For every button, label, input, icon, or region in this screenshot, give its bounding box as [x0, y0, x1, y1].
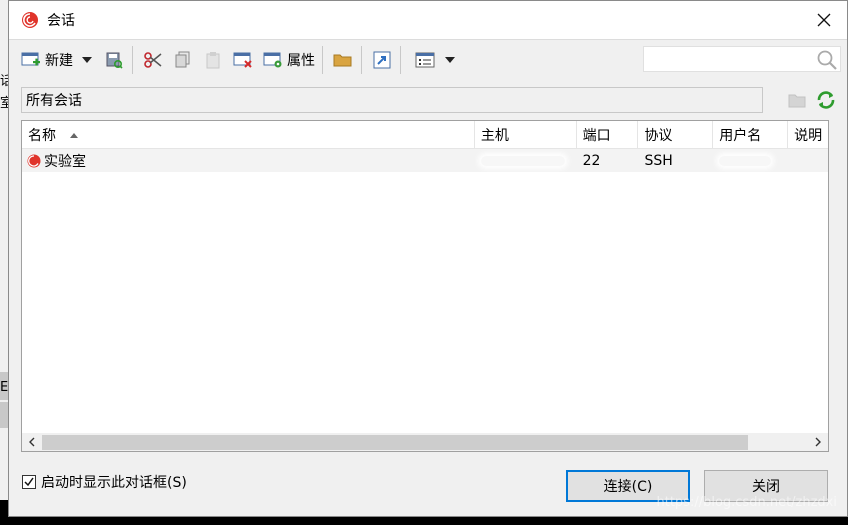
paste-button[interactable] — [199, 46, 227, 74]
view-dropdown-chevron-down-icon[interactable] — [445, 56, 455, 63]
toolbar-divider — [361, 45, 362, 74]
close-window-button[interactable] — [801, 1, 847, 39]
session-protocol-cell: SSH — [638, 149, 713, 172]
new-dropdown-chevron-down-icon[interactable] — [82, 56, 92, 63]
toolbar-divider — [132, 45, 133, 74]
sessions-list: 名称 主机 端口 协议 用户名 说明 实验室 22 SSH — [21, 120, 829, 452]
refresh-icon[interactable] — [815, 89, 837, 111]
toolbar-divider — [400, 45, 401, 74]
title-bar: 会话 — [9, 1, 847, 39]
toolbar-divider — [322, 45, 323, 74]
save-session-button[interactable] — [100, 46, 128, 74]
search-input[interactable] — [643, 46, 841, 72]
session-name: 实验室 — [44, 153, 86, 170]
horizontal-scrollbar[interactable] — [22, 433, 828, 451]
column-header-description[interactable]: 说明 — [788, 121, 828, 149]
column-header-host[interactable]: 主机 — [475, 121, 577, 149]
column-header-name[interactable]: 名称 — [22, 121, 475, 149]
redacted-host — [480, 155, 565, 166]
paste-icon — [202, 49, 224, 71]
column-label: 用户名 — [719, 128, 762, 144]
session-protocol: SSH — [644, 152, 673, 169]
session-description-cell — [788, 149, 828, 172]
current-folder-label: 所有会话 — [26, 93, 82, 109]
folder-actions — [787, 87, 837, 113]
sort-ascending-icon — [70, 132, 78, 138]
copy-button[interactable] — [169, 46, 197, 74]
checkmark-icon — [24, 477, 34, 487]
column-label: 端口 — [582, 128, 611, 144]
close-button-label: 关闭 — [752, 479, 780, 495]
column-label: 说明 — [794, 128, 823, 144]
folder-path-bar: 所有会话 — [21, 87, 763, 113]
scroll-right-chevron-icon[interactable] — [808, 433, 828, 451]
save-icon — [103, 49, 125, 71]
shortcut-button[interactable] — [368, 46, 396, 74]
properties-label: 属性 — [287, 52, 315, 69]
cut-button[interactable] — [139, 46, 167, 74]
session-name-cell: 实验室 — [22, 149, 475, 172]
new-session-icon — [20, 49, 42, 71]
new-session-button[interactable]: 新建 — [17, 46, 76, 74]
delete-icon — [232, 49, 254, 71]
session-port: 22 — [582, 152, 601, 169]
session-host-cell — [475, 149, 577, 172]
column-label: 主机 — [480, 128, 509, 144]
close-icon — [817, 13, 831, 27]
shortcut-icon — [371, 49, 393, 71]
show-on-startup-label: 启动时显示此对话框(S) — [41, 475, 187, 491]
sessions-dialog: 会话 新建 属性 所有会话 名称 主机 端口 协议 用户名 说明 实验室 22 … — [8, 0, 848, 517]
properties-button[interactable]: 属性 — [259, 46, 318, 74]
new-session-label: 新建 — [45, 52, 73, 69]
properties-icon — [262, 49, 284, 71]
session-port-cell: 22 — [577, 149, 639, 172]
app-logo-icon — [19, 9, 41, 31]
session-icon — [26, 153, 42, 169]
watermark: https://blog.csdn.net/zhzdxi — [656, 495, 837, 510]
dialog-title: 会话 — [47, 13, 75, 29]
column-header-username[interactable]: 用户名 — [713, 121, 789, 149]
delete-session-button[interactable] — [229, 46, 257, 74]
toolbar: 新建 属性 — [9, 39, 847, 79]
list-view-icon — [414, 49, 436, 71]
list-header: 名称 主机 端口 协议 用户名 说明 — [22, 121, 828, 149]
table-row[interactable]: 实验室 22 SSH — [22, 149, 828, 172]
show-on-startup-option[interactable]: 启动时显示此对话框(S) — [22, 472, 187, 492]
copy-icon — [172, 49, 194, 71]
folder-up-icon[interactable] — [787, 91, 807, 109]
connect-button-label: 连接(C) — [603, 479, 653, 495]
scroll-left-chevron-icon[interactable] — [22, 433, 42, 451]
new-folder-button[interactable] — [329, 46, 357, 74]
session-user-cell — [713, 149, 788, 172]
show-on-startup-checkbox[interactable] — [22, 475, 36, 489]
redacted-username — [719, 155, 772, 166]
search-icon — [816, 49, 838, 71]
column-label: 名称 — [28, 128, 56, 144]
folder-icon — [332, 49, 354, 71]
cut-icon — [142, 49, 164, 71]
scroll-track[interactable] — [42, 433, 808, 451]
column-header-port[interactable]: 端口 — [577, 121, 639, 149]
scroll-thumb[interactable] — [42, 435, 748, 450]
column-header-protocol[interactable]: 协议 — [638, 121, 714, 149]
view-button[interactable] — [411, 46, 439, 74]
column-label: 协议 — [644, 128, 673, 144]
